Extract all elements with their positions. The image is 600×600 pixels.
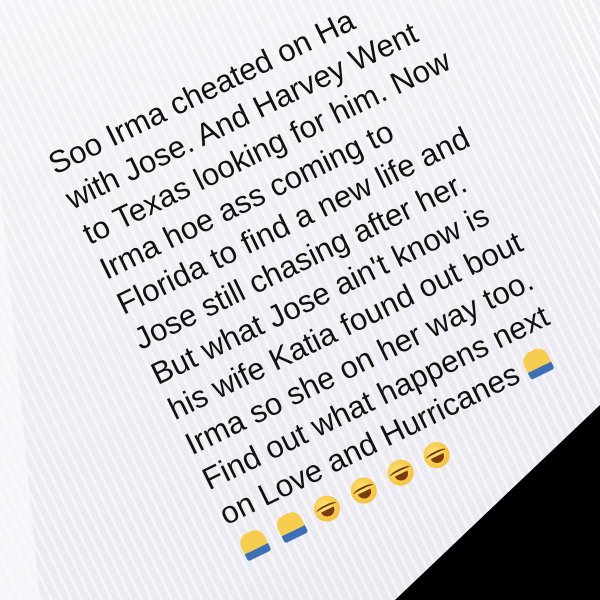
tears-of-joy-emoji-icon [382,455,418,491]
face-palm-emoji-icon [236,526,272,562]
face-palm-emoji-icon [273,508,309,544]
face-palm-emoji-icon [519,345,555,381]
tears-of-joy-emoji-icon [346,473,382,509]
tears-of-joy-emoji-icon [309,491,345,526]
tears-of-joy-emoji-icon [419,437,455,473]
